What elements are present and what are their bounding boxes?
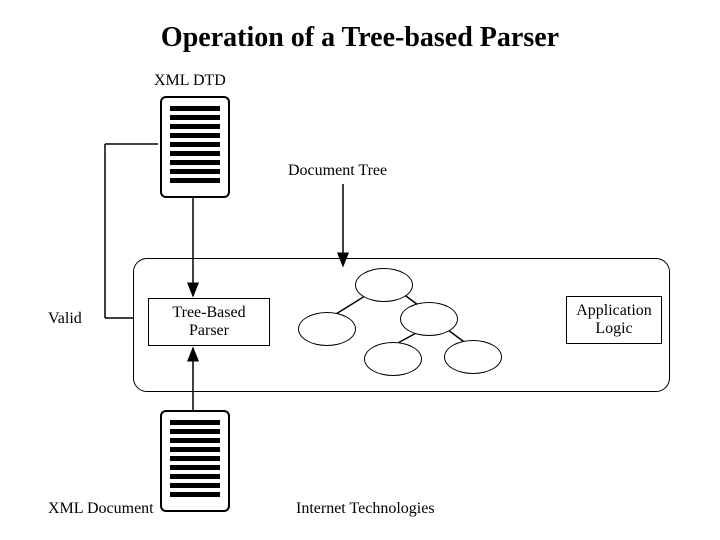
label-document-tree: Document Tree [288,162,387,180]
tree-based-parser-label-2: Parser [189,322,229,340]
tree-node-b [298,312,356,346]
tree-node-a [400,302,458,336]
application-logic-label-2: Logic [595,320,632,338]
footer-text: Internet Technologies [296,500,435,518]
page-title: Operation of a Tree-based Parser [0,22,720,54]
tree-based-parser-label-1: Tree-Based [172,304,245,322]
xml-document-icon [160,410,230,512]
application-logic-label-1: Application [576,302,652,320]
tree-based-parser-box: Tree-Based Parser [148,298,270,346]
label-xml-dtd: XML DTD [154,72,226,90]
tree-node-c [444,340,502,374]
tree-node-root [355,268,413,302]
application-logic-box: Application Logic [566,296,662,344]
tree-node-d [364,342,422,376]
label-valid: Valid [48,310,82,328]
label-xml-document: XML Document [48,500,154,518]
xml-dtd-document-icon [160,96,230,198]
